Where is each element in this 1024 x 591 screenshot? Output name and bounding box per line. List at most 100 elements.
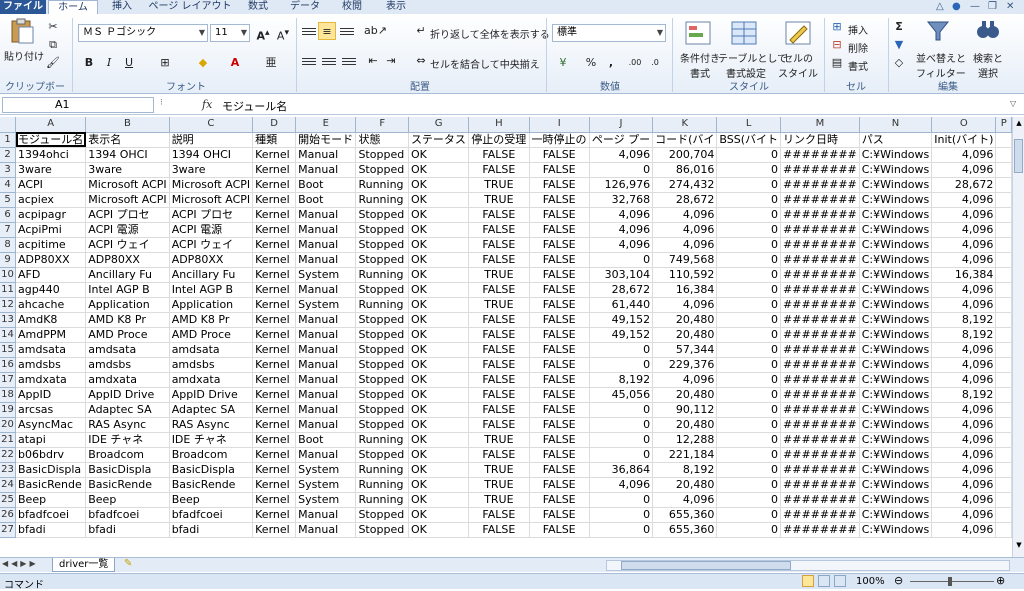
- cell[interactable]: Manual: [295, 522, 357, 538]
- cell[interactable]: ########: [780, 522, 860, 538]
- cell[interactable]: FALSE: [529, 342, 590, 358]
- cell[interactable]: Kernel: [252, 492, 297, 508]
- cell[interactable]: amdsata: [169, 342, 254, 358]
- wrap-text-icon[interactable]: ↵: [412, 22, 430, 40]
- cell[interactable]: atapi: [15, 432, 87, 448]
- cell[interactable]: 0: [589, 417, 654, 433]
- cell[interactable]: FALSE: [529, 222, 590, 238]
- cell[interactable]: [995, 387, 1012, 403]
- find-select-icon[interactable]: [974, 18, 1002, 44]
- cell[interactable]: 4,096: [931, 357, 997, 373]
- cell[interactable]: 4,096: [931, 147, 997, 163]
- cell[interactable]: [995, 522, 1012, 538]
- cell[interactable]: Kernel: [252, 357, 297, 373]
- row-header[interactable]: 18: [0, 387, 16, 403]
- cell[interactable]: OK: [408, 357, 470, 373]
- cell[interactable]: FALSE: [529, 417, 590, 433]
- cell[interactable]: 4,096: [931, 372, 997, 388]
- percent-icon[interactable]: %: [582, 54, 600, 72]
- grow-font-icon[interactable]: A▴: [254, 24, 272, 43]
- cell[interactable]: 0: [716, 417, 782, 433]
- cell[interactable]: OK: [408, 402, 470, 418]
- cell[interactable]: Kernel: [252, 477, 297, 493]
- paste-icon[interactable]: [8, 18, 36, 44]
- cell[interactable]: 1394ohci: [15, 147, 87, 163]
- cell[interactable]: Running: [355, 462, 409, 478]
- cell[interactable]: Kernel: [252, 462, 297, 478]
- cell[interactable]: ########: [780, 267, 860, 283]
- cell[interactable]: Broadcom: [169, 447, 254, 463]
- cell[interactable]: bfadi: [169, 522, 254, 538]
- cell[interactable]: 61,440: [589, 297, 654, 313]
- minimize-icon[interactable]: —: [970, 1, 980, 13]
- cell[interactable]: ACPI プロセ: [85, 207, 170, 223]
- cell[interactable]: Manual: [295, 162, 357, 178]
- cell[interactable]: Stopped: [355, 522, 409, 538]
- row-header[interactable]: 14: [0, 327, 16, 343]
- cell[interactable]: ########: [780, 282, 860, 298]
- insert-function-icon[interactable]: fx: [202, 98, 212, 111]
- cell[interactable]: BSS(バイト: [716, 132, 782, 148]
- cell[interactable]: IDE チャネ: [169, 432, 254, 448]
- cell[interactable]: 4,096: [589, 207, 654, 223]
- cell[interactable]: 4,096: [931, 192, 997, 208]
- cell[interactable]: OK: [408, 507, 470, 523]
- cell[interactable]: AppID Drive: [169, 387, 254, 403]
- cell[interactable]: TRUE: [468, 477, 530, 493]
- cell[interactable]: [995, 222, 1012, 238]
- cell[interactable]: amdxata: [169, 372, 254, 388]
- column-header[interactable]: P: [995, 117, 1012, 133]
- cell[interactable]: 28,672: [589, 282, 654, 298]
- column-header[interactable]: F: [355, 117, 409, 133]
- cell[interactable]: 4,096: [589, 477, 654, 493]
- cell[interactable]: 4,096: [652, 237, 718, 253]
- cell[interactable]: Init(バイト): [931, 132, 997, 148]
- cell[interactable]: OK: [408, 447, 470, 463]
- cell[interactable]: C:¥Windows: [859, 312, 933, 328]
- cell[interactable]: 表示名: [85, 132, 170, 148]
- cell[interactable]: 4,096: [931, 492, 997, 508]
- cell[interactable]: 4,096: [931, 432, 997, 448]
- cell[interactable]: C:¥Windows: [859, 327, 933, 343]
- bold-icon[interactable]: B: [80, 54, 98, 72]
- cell[interactable]: FALSE: [529, 387, 590, 403]
- cell[interactable]: FALSE: [529, 357, 590, 373]
- cell[interactable]: 0: [716, 147, 782, 163]
- row-header[interactable]: 13: [0, 312, 16, 328]
- new-sheet-icon[interactable]: ✎: [124, 558, 132, 569]
- cell[interactable]: 16,384: [931, 267, 997, 283]
- cell[interactable]: FALSE: [468, 147, 530, 163]
- cell[interactable]: Kernel: [252, 447, 297, 463]
- align-top-icon[interactable]: [302, 26, 316, 38]
- cell[interactable]: 0: [589, 162, 654, 178]
- cell[interactable]: 4,096: [931, 417, 997, 433]
- cell[interactable]: 4,096: [931, 282, 997, 298]
- align-center-icon[interactable]: [322, 56, 336, 68]
- cell[interactable]: 0: [716, 282, 782, 298]
- cell[interactable]: AMD Proce: [85, 327, 170, 343]
- cell[interactable]: C:¥Windows: [859, 252, 933, 268]
- column-header[interactable]: G: [408, 117, 470, 133]
- row-header[interactable]: 22: [0, 447, 16, 463]
- merge-center-button[interactable]: セルを結合して中央揃え: [430, 56, 540, 71]
- cell[interactable]: Running: [355, 432, 409, 448]
- conditional-formatting-icon[interactable]: [684, 20, 712, 46]
- tab-formulas[interactable]: 数式: [238, 0, 278, 14]
- tab-home[interactable]: ホーム: [48, 0, 98, 14]
- cell[interactable]: ########: [780, 477, 860, 493]
- cell[interactable]: Boot: [295, 432, 357, 448]
- cell[interactable]: 0: [716, 192, 782, 208]
- cell[interactable]: Manual: [295, 237, 357, 253]
- cell[interactable]: FALSE: [468, 357, 530, 373]
- cell[interactable]: AppID: [15, 387, 87, 403]
- cell-styles-button[interactable]: セルの スタイル: [778, 50, 818, 80]
- cell[interactable]: FALSE: [529, 192, 590, 208]
- cell[interactable]: 0: [589, 492, 654, 508]
- cell[interactable]: Stopped: [355, 357, 409, 373]
- cell[interactable]: Manual: [295, 222, 357, 238]
- column-header[interactable]: K: [652, 117, 718, 133]
- cell[interactable]: Stopped: [355, 162, 409, 178]
- cell[interactable]: Kernel: [252, 267, 297, 283]
- cell[interactable]: C:¥Windows: [859, 417, 933, 433]
- row-header[interactable]: 17: [0, 372, 16, 388]
